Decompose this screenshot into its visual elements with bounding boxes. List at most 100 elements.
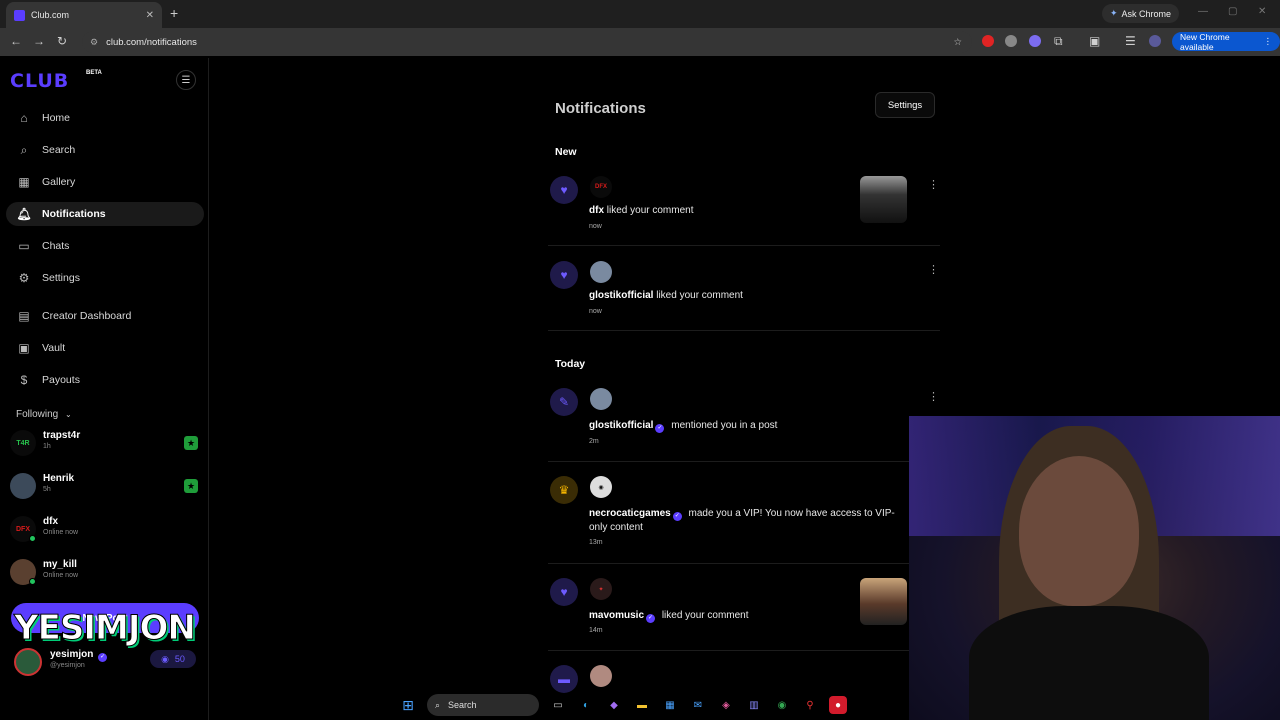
club-logo[interactable]: CLUB <box>10 70 69 92</box>
extension-gray-icon[interactable] <box>1005 35 1017 47</box>
file-explorer-icon[interactable]: ▬ <box>633 696 651 714</box>
avatar[interactable]: ◉ <box>590 476 612 498</box>
following-item[interactable]: Henrik 5h ★ <box>10 471 200 503</box>
profile-avatar-icon[interactable] <box>1149 35 1161 47</box>
notification-item[interactable]: ♥ ✦ mavomusic ✓ liked your comment 14m <box>548 578 940 651</box>
chevron-down-icon: ⌄ <box>65 410 72 419</box>
tab-title: Club.com <box>31 10 70 20</box>
sidebar-item-search[interactable]: ⌕ Search <box>6 138 204 162</box>
dollar-icon: $ <box>20 373 28 387</box>
forward-icon[interactable]: → <box>33 34 45 48</box>
m365-icon[interactable]: ◈ <box>717 696 735 714</box>
credits-badge[interactable]: ◉ 50 <box>150 650 196 668</box>
reading-list-icon[interactable]: ☰ <box>1125 34 1136 48</box>
bookmark-star-icon[interactable]: ☆ <box>953 37 962 48</box>
browser-tab[interactable]: Club.com ✕ <box>6 2 162 28</box>
more-options-icon[interactable]: ⋮ <box>928 263 939 276</box>
chat-icon: ▭ <box>18 239 30 253</box>
mail-icon[interactable]: ✉ <box>689 696 707 714</box>
avatar[interactable] <box>590 388 612 410</box>
extension-red-icon[interactable] <box>982 35 994 47</box>
avatar[interactable]: ✦ <box>590 578 612 600</box>
chrome-icon[interactable]: ◉ <box>773 696 791 714</box>
notification-user[interactable]: necrocaticgames <box>589 508 671 519</box>
sidebar-item-label: Payouts <box>42 374 80 386</box>
site-info-icon[interactable]: ⚙ <box>90 37 98 48</box>
extension-purple-icon[interactable] <box>1029 35 1041 47</box>
sidebar-item-settings[interactable]: ⚙ Settings <box>6 266 204 290</box>
following-item[interactable]: my_kill Online now <box>10 557 200 589</box>
gallery-icon: ▦ <box>18 175 30 189</box>
notification-action: mentioned you in a post <box>671 420 778 431</box>
sidebar-item-home[interactable]: ⌂ Home <box>6 106 204 130</box>
more-options-icon[interactable]: ⋮ <box>928 178 939 191</box>
heart-icon: ♥ <box>550 176 578 204</box>
back-icon[interactable]: ← <box>10 34 22 48</box>
sidebar-item-vault[interactable]: ▣ Vault <box>6 336 204 360</box>
sidebar-item-notifications[interactable]: 🔔︎ Notifications <box>6 202 204 226</box>
notification-item[interactable]: ♥ DFX dfx liked your comment now ⋮ <box>548 176 940 246</box>
coin-icon: ◉ <box>161 653 169 664</box>
obs-icon[interactable]: ● <box>829 696 847 714</box>
notification-item[interactable]: ✎ glostikofficial ✓ mentioned you in a po… <box>548 388 940 462</box>
task-view-icon[interactable]: ▭ <box>549 696 567 714</box>
notification-user[interactable]: glostikofficial <box>589 420 653 431</box>
app-icon[interactable]: ▥ <box>745 696 763 714</box>
minimize-icon[interactable]: — <box>1198 6 1208 17</box>
sidebar-item-payouts[interactable]: $ Payouts <box>6 368 204 392</box>
close-tab-icon[interactable]: ✕ <box>146 10 154 21</box>
avatar[interactable] <box>590 261 612 283</box>
crown-icon: ♛ <box>550 476 578 504</box>
taskbar-search[interactable]: ⌕ Search <box>427 694 539 716</box>
sidebar-item-chats[interactable]: ▭ Chats <box>6 234 204 258</box>
notification-action: liked your comment <box>606 205 694 216</box>
chrome-menu-icon[interactable]: ⋮ <box>1264 36 1273 47</box>
sidebar-item-label: Notifications <box>42 208 106 220</box>
bell-icon: 🔔︎ <box>16 207 32 221</box>
post-thumbnail[interactable] <box>860 578 907 625</box>
following-name: trapst4r <box>43 430 81 441</box>
section-heading-today: Today <box>555 358 586 370</box>
notification-settings-button[interactable]: Settings <box>875 92 935 118</box>
search-icon: ⌕ <box>20 142 28 157</box>
notification-item[interactable]: ♛ ◉ necrocaticgames ✓ made you a VIP! You… <box>548 476 940 564</box>
notification-user[interactable]: dfx <box>589 205 604 216</box>
more-options-icon[interactable]: ⋮ <box>928 390 939 403</box>
webcam-person-face <box>1019 456 1139 606</box>
close-window-icon[interactable]: ✕ <box>1258 6 1266 17</box>
menu-icon[interactable]: ☰ <box>176 70 196 90</box>
notification-user[interactable]: mavomusic <box>589 610 644 621</box>
windows-start-icon[interactable]: ⊞ <box>399 696 417 714</box>
following-item[interactable]: T4R trapst4r 1h ★ <box>10 428 200 460</box>
maps-pin-icon[interactable]: ⚲ <box>801 696 819 714</box>
tab-search-icon[interactable]: ▣ <box>1089 34 1100 48</box>
address-bar[interactable]: ⚙ club.com/notifications ☆ <box>82 31 972 53</box>
notification-item[interactable]: ♥ glostikofficial liked your comment now… <box>548 261 940 331</box>
extensions-puzzle-icon[interactable]: ⧉ <box>1054 34 1063 49</box>
reload-icon[interactable]: ↻ <box>57 34 67 48</box>
chat-icon: ▬ <box>550 665 578 693</box>
new-chrome-available-button[interactable]: New Chrome available ⋮ <box>1172 32 1280 52</box>
ask-chrome-button[interactable]: ✦ Ask Chrome <box>1102 4 1180 23</box>
avatar[interactable] <box>590 665 612 687</box>
webcam-overlay <box>909 416 1280 720</box>
following-item[interactable]: DFX dfx Online now <box>10 514 200 546</box>
sidebar-item-creator-dashboard[interactable]: ▤ Creator Dashboard <box>6 304 204 328</box>
new-tab-button[interactable]: + <box>170 5 178 21</box>
section-heading-new: New <box>555 146 577 158</box>
sidebar-item-gallery[interactable]: ▦ Gallery <box>6 170 204 194</box>
following-toggle[interactable]: Following ⌄ <box>16 409 72 420</box>
beta-label: BETA <box>86 70 102 76</box>
maximize-icon[interactable]: ▢ <box>1228 6 1237 17</box>
post-thumbnail[interactable] <box>860 176 907 223</box>
avatar[interactable] <box>14 648 42 676</box>
edge-icon[interactable]: ◐ <box>577 696 595 714</box>
store-icon[interactable]: ▦ <box>661 696 679 714</box>
copilot-icon[interactable]: ◆ <box>605 696 623 714</box>
avatar[interactable]: DFX <box>590 176 612 198</box>
windows-taskbar: ⊞ ⌕ Search ▭ ◐ ◆ ▬ ▦ ✉ ◈ ▥ ◉ ⚲ ● <box>395 690 890 720</box>
notification-text: dfx liked your comment <box>589 204 693 217</box>
following-label: Following <box>16 409 59 420</box>
notification-user[interactable]: glostikofficial <box>589 290 653 301</box>
dashboard-icon: ▤ <box>18 309 30 323</box>
